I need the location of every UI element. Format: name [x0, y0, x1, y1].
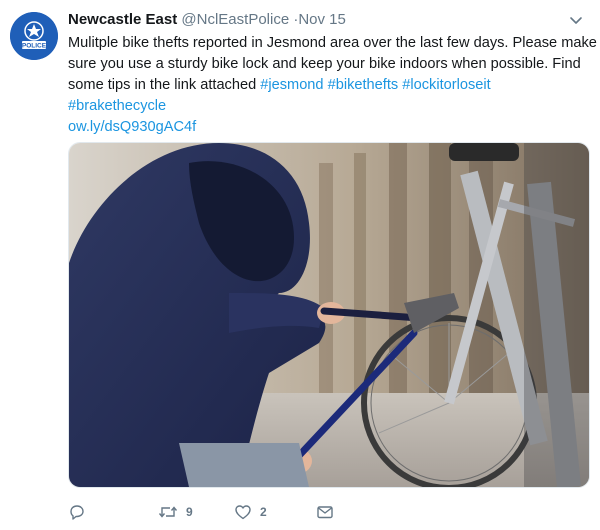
url-link[interactable]: ow.ly/dsQ930gAC4f — [68, 117, 590, 138]
hashtag-link[interactable]: #jesmond — [260, 77, 323, 93]
tweet-text-line-with-hashtags: some tips in the link attached #jesmond … — [68, 75, 590, 96]
tweet-header: Newcastle East @NclEastPolice ·Nov 15 — [68, 10, 590, 30]
tweet-text-fragment: some tips in the link attached — [68, 77, 257, 93]
like-count: 2 — [260, 505, 267, 519]
retweet-count: 9 — [186, 505, 193, 519]
tweet-text-line: sure you use a sturdy bike lock and keep… — [68, 56, 581, 72]
tweet-date[interactable]: Nov 15 — [298, 11, 346, 28]
tweet-media-photo[interactable] — [68, 142, 590, 488]
retweet-button[interactable]: 9 — [158, 501, 193, 523]
envelope-icon — [317, 506, 333, 519]
reply-button[interactable] — [68, 501, 86, 523]
retweet-icon — [158, 506, 178, 518]
avatar[interactable]: POLICE — [10, 12, 58, 60]
hashtag-link[interactable]: #lockitorloseit — [402, 77, 490, 93]
photo-hooded-thief-cutting-bike-lock-icon — [69, 143, 589, 487]
like-button[interactable]: 2 — [234, 501, 267, 523]
avatar-badge-text: POLICE — [22, 43, 47, 50]
tweet-card: POLICE Newcastle East @NclEastPolice ·No… — [0, 0, 600, 530]
reply-icon — [70, 505, 84, 520]
hashtag-link[interactable]: #bikethefts — [328, 77, 399, 93]
tweet-text: Mulitple bike thefts reported in Jesmond… — [68, 33, 597, 138]
tweet-actions: 9 2 — [68, 501, 468, 523]
heart-icon — [235, 505, 251, 520]
direct-message-button[interactable] — [316, 501, 334, 523]
tweet-text-line: Mulitple bike thefts reported in Jesmond… — [68, 35, 597, 51]
author-handle[interactable]: @NclEastPolice — [181, 11, 289, 28]
chevron-down-icon[interactable] — [568, 10, 584, 30]
hashtag-link[interactable]: #brakethecycle — [68, 96, 590, 117]
author-name[interactable]: Newcastle East — [68, 11, 177, 28]
